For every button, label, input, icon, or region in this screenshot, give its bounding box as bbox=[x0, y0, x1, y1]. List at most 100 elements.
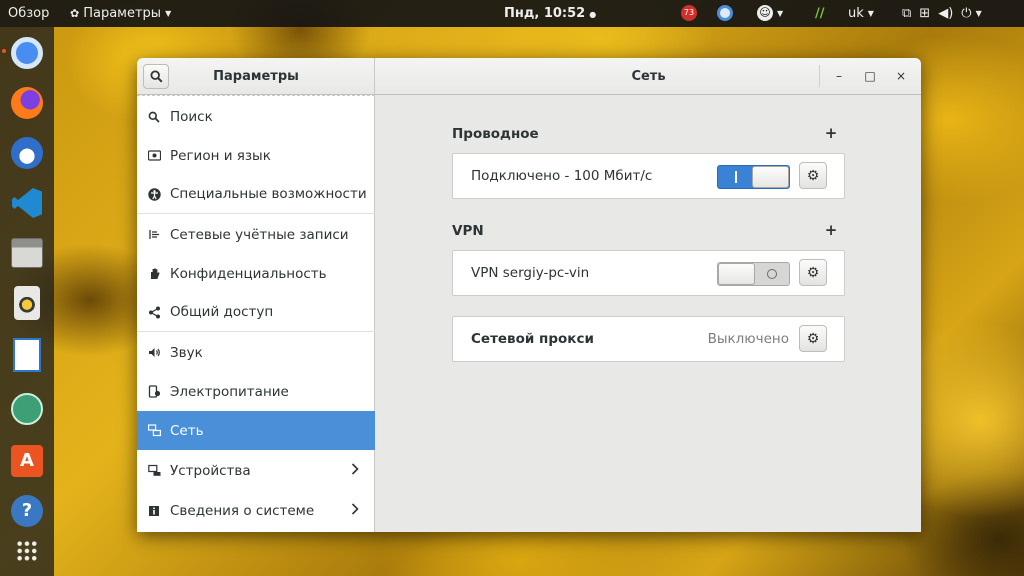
window-controls-separator bbox=[819, 65, 820, 87]
network-wired-icon: ⊞ bbox=[919, 6, 931, 21]
search-button[interactable] bbox=[143, 64, 169, 89]
wired-toggle[interactable] bbox=[717, 165, 790, 189]
sidebar-item-label: Сетевые учётные записи bbox=[170, 226, 349, 243]
network-proxy-row[interactable]: Сетевой прокси Выключено ⚙ bbox=[452, 316, 845, 362]
network-icon bbox=[147, 424, 161, 438]
firefox-icon bbox=[11, 87, 43, 119]
sidebar-item-label: Конфиденциальность bbox=[170, 265, 327, 282]
dock-chromium[interactable] bbox=[8, 34, 46, 72]
search-icon bbox=[147, 110, 161, 124]
sidebar-item-sharing[interactable]: Общий доступ bbox=[137, 293, 375, 332]
show-applications-button[interactable] bbox=[8, 532, 46, 570]
vpn-section-title: VPN bbox=[452, 223, 484, 239]
proxy-status: Выключено bbox=[707, 331, 789, 347]
sidebar-item-devices[interactable]: Устройства bbox=[137, 451, 375, 490]
chrome-badge-indicator[interactable]: 73 bbox=[681, 0, 697, 27]
online-accounts-icon bbox=[147, 228, 161, 242]
clock-label: Пнд, 10:52 bbox=[504, 6, 586, 21]
sidebar-header: Параметры bbox=[137, 58, 375, 95]
gear-icon: ⚙ bbox=[806, 167, 820, 184]
chromium-icon bbox=[11, 37, 43, 69]
sidebar-item-privacy[interactable]: Конфиденциальность bbox=[137, 254, 375, 293]
sidebar-item-label: Специальные возможности bbox=[170, 186, 367, 202]
sidebar-item-search[interactable]: Поиск bbox=[137, 97, 375, 136]
app-menu[interactable]: ✿ Параметры ▼ bbox=[70, 0, 171, 27]
maximize-button[interactable]: □ bbox=[857, 64, 883, 89]
volume-icon: ◀) bbox=[938, 6, 954, 21]
keyboard-layout-label: uk bbox=[848, 6, 864, 21]
sidebar-item-details[interactable]: Сведения о системе bbox=[137, 491, 375, 530]
notification-dot-icon: ● bbox=[589, 10, 597, 19]
accessibility-icon: ☺ bbox=[757, 5, 773, 21]
vscode-icon bbox=[12, 188, 42, 218]
share-icon bbox=[147, 305, 161, 319]
dock-software-center[interactable]: A bbox=[8, 442, 46, 480]
power-icon bbox=[147, 385, 161, 399]
vpn-name: VPN sergiy-pc-vin bbox=[471, 265, 590, 281]
display-icon: ⧉ bbox=[902, 6, 912, 21]
region-icon bbox=[147, 149, 161, 163]
add-vpn-button[interactable]: + bbox=[824, 221, 838, 239]
badge-icon: 73 bbox=[681, 5, 697, 21]
chevron-down-icon: ▼ bbox=[867, 9, 874, 18]
running-indicator bbox=[2, 49, 6, 53]
wired-connection-row: Подключено - 100 Мбит/с ⚙ bbox=[452, 153, 845, 199]
dock-firefox[interactable] bbox=[8, 84, 46, 122]
speaker-icon bbox=[147, 346, 161, 360]
top-bar: Обзор ✿ Параметры ▼ Пнд, 10:52 ● 73 ☺ ▼ ∕∕ u… bbox=[0, 0, 1024, 27]
vpn-toggle[interactable] bbox=[717, 262, 790, 286]
grid-icon bbox=[16, 540, 38, 562]
sync-indicator-icon[interactable]: ∕∕ bbox=[815, 0, 825, 27]
add-wired-button[interactable]: + bbox=[824, 124, 838, 142]
accessibility-icon bbox=[147, 187, 161, 201]
gear-icon: ⚙ bbox=[806, 264, 820, 281]
sidebar-item-accessibility[interactable]: Специальные возможности bbox=[137, 175, 375, 214]
header-bar: Параметры Сеть – □ × bbox=[137, 58, 921, 95]
sidebar-item-label: Сведения о системе bbox=[170, 502, 315, 519]
dock: A ? bbox=[0, 27, 54, 576]
wired-status: Подключено - 100 Мбит/с bbox=[471, 168, 653, 184]
rhythmbox-icon bbox=[14, 286, 40, 320]
dock-help[interactable]: ? bbox=[8, 492, 46, 530]
search-icon bbox=[149, 70, 163, 83]
settings-gear-icon: ✿ bbox=[70, 7, 80, 20]
keyboard-layout-menu[interactable]: uk ▼ bbox=[848, 0, 874, 27]
sidebar-item-label: Электропитание bbox=[170, 383, 289, 400]
dock-thunderbird[interactable] bbox=[8, 134, 46, 172]
chromium-indicator-icon[interactable] bbox=[717, 0, 733, 27]
activities-button[interactable]: Обзор bbox=[8, 0, 49, 27]
dock-atom[interactable] bbox=[8, 390, 46, 428]
status-menu[interactable]: ⧉ ⊞ ◀) ⏻ ▼ bbox=[902, 0, 982, 27]
sidebar-item-online-accounts[interactable]: Сетевые учётные записи bbox=[137, 215, 375, 254]
minimize-button[interactable]: – bbox=[826, 64, 852, 89]
sidebar: Поиск Регион и язык Специальные возможно… bbox=[137, 95, 375, 532]
close-button[interactable]: × bbox=[888, 64, 914, 89]
sidebar-item-power[interactable]: Электропитание bbox=[137, 372, 375, 411]
chevron-down-icon: ▼ bbox=[777, 9, 784, 18]
dock-vscode[interactable] bbox=[8, 184, 46, 222]
dock-libreoffice-writer[interactable] bbox=[8, 336, 46, 374]
sidebar-item-network[interactable]: Сеть bbox=[137, 411, 375, 450]
sidebar-item-region[interactable]: Регион и язык bbox=[137, 136, 375, 175]
sidebar-item-label: Устройства bbox=[170, 462, 251, 479]
thunderbird-icon bbox=[11, 137, 43, 169]
settings-window: Параметры Сеть – □ × Поиск Регион и язык… bbox=[137, 58, 921, 532]
proxy-settings-button[interactable]: ⚙ bbox=[799, 325, 827, 352]
info-icon bbox=[147, 504, 161, 518]
files-icon bbox=[11, 238, 43, 268]
devices-icon bbox=[147, 464, 161, 478]
dock-files[interactable] bbox=[8, 234, 46, 272]
sidebar-item-sound[interactable]: Звук bbox=[137, 333, 375, 372]
accessibility-menu[interactable]: ☺ ▼ bbox=[757, 0, 783, 27]
dock-rhythmbox[interactable] bbox=[8, 284, 46, 322]
switch-knob bbox=[752, 166, 789, 188]
software-center-icon: A bbox=[11, 445, 43, 477]
wired-settings-button[interactable]: ⚙ bbox=[799, 162, 827, 189]
vpn-settings-button[interactable]: ⚙ bbox=[799, 259, 827, 286]
sidebar-item-label: Поиск bbox=[170, 108, 213, 125]
clock[interactable]: Пнд, 10:52 ● bbox=[504, 0, 596, 27]
power-icon: ⏻ bbox=[961, 6, 972, 21]
proxy-title: Сетевой прокси bbox=[471, 331, 594, 347]
switch-knob bbox=[718, 263, 755, 285]
writer-icon bbox=[13, 338, 41, 372]
